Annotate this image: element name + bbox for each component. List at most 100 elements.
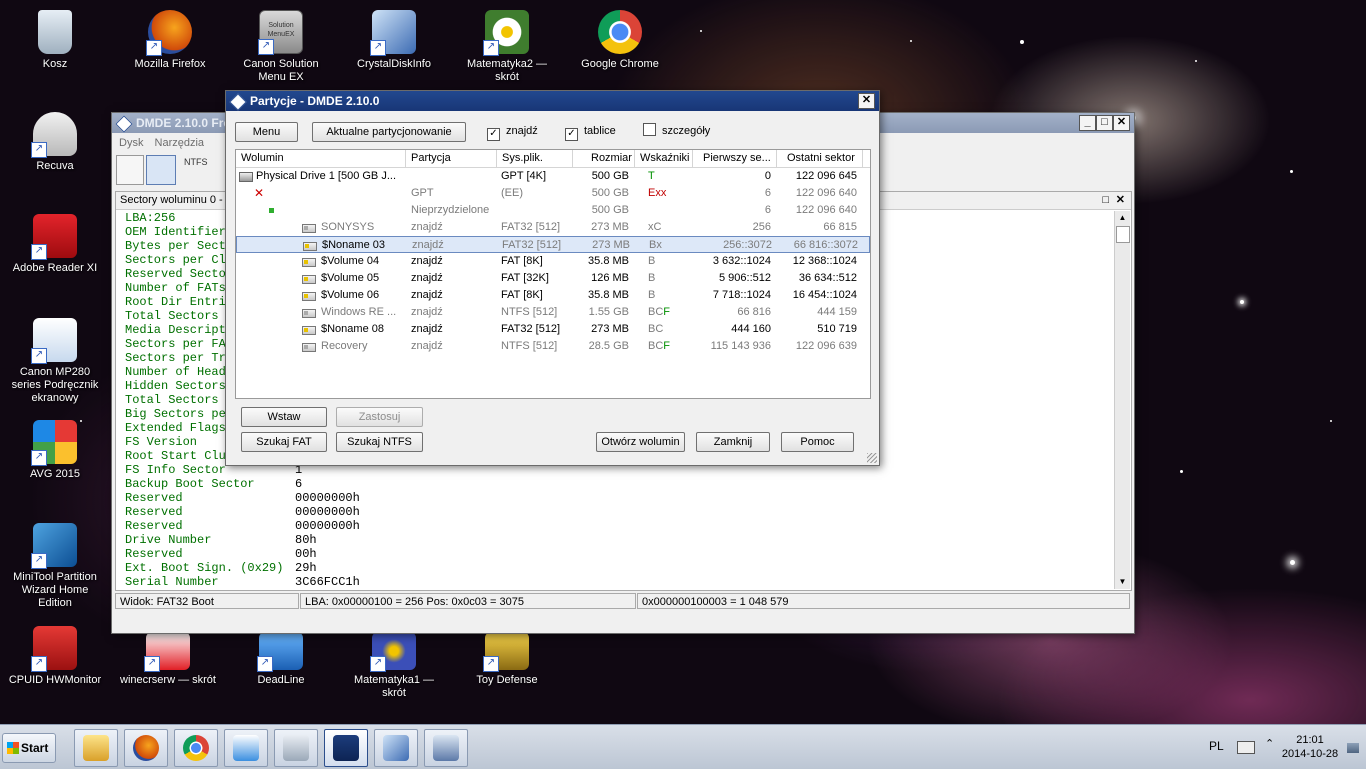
col-wskazniki[interactable]: Wskaźniki: [635, 150, 693, 167]
cell-partition: znajdź: [411, 323, 443, 335]
col-ostatni[interactable]: Ostatni sektor: [777, 150, 863, 167]
desktop-icon-firefox[interactable]: ↗ Mozilla Firefox: [120, 10, 220, 71]
dump-field: Bytes per Sector: [125, 239, 241, 253]
partition-row[interactable]: Recovery znajdź NTFS [512] 28.5 GB BCF 115 14…: [236, 338, 870, 355]
desktop-icon-minitool[interactable]: ↗ MiniTool Partition Wizard Home Edition: [5, 523, 105, 610]
desktop-icon-matematyka1[interactable]: ↗ Matematyka1 — skrót: [344, 632, 444, 700]
checkbox-szczegoly-box[interactable]: [643, 123, 656, 136]
help-button[interactable]: Pomoc: [781, 432, 854, 452]
cell-flags: B: [648, 272, 656, 284]
dump-row: Drive Number 80h: [125, 533, 525, 547]
col-rozmiar[interactable]: Rozmiar: [573, 150, 635, 167]
partition-row[interactable]: Nieprzydzielone 500 GB 6 122 096 640: [236, 202, 870, 219]
status-view: Widok: FAT32 Boot: [115, 593, 299, 609]
toolbar-disk-button[interactable]: [116, 155, 144, 185]
menu-dysk[interactable]: Dysk: [119, 137, 143, 149]
desktop-icon-deadline[interactable]: ↗ DeadLine: [231, 632, 331, 687]
dump-field: Reserved Sectors: [125, 267, 241, 281]
col-pierwszy[interactable]: Pierwszy se...: [693, 150, 777, 167]
checkbox-znajdz-box[interactable]: ✓: [487, 128, 500, 141]
desktop-icon-hwmonitor[interactable]: ↗ CPUID HWMonitor: [5, 626, 105, 687]
partition-row[interactable]: ✕ GPT (EE) 500 GB Exx 6 122 096 640: [236, 185, 870, 202]
menu-narzedzia[interactable]: Narzędzia: [155, 137, 205, 149]
partitions-dialog[interactable]: Partycje - DMDE 2.10.0 ✕ Menu Aktualne p…: [225, 90, 880, 466]
desktop-icon-adobe-reader[interactable]: ↗ Adobe Reader XI: [5, 214, 105, 275]
dump-value: 00000000h: [295, 519, 360, 533]
help-book-icon: ↗: [31, 318, 77, 364]
toolbar-ntfs-button[interactable]: NTFS: [184, 157, 208, 167]
insert-button[interactable]: Wstaw: [241, 407, 327, 427]
desktop-icon-kosz[interactable]: Kosz: [5, 10, 105, 71]
dump-field: OEM Identifier: [125, 225, 226, 239]
dialog-close-button[interactable]: ✕: [858, 93, 875, 109]
partition-row[interactable]: $Volume 06 znajdź FAT [8K] 35.8 MB B 7 718::1…: [236, 287, 870, 304]
cell-filesystem: FAT [8K]: [501, 255, 543, 267]
scroll-down-arrow[interactable]: ▼: [1115, 575, 1130, 589]
col-sysplik[interactable]: Sys.plik.: [497, 150, 573, 167]
desktop-icon-avg[interactable]: ↗ AVG 2015: [5, 420, 105, 481]
network-icon[interactable]: [1347, 743, 1359, 753]
partition-row[interactable]: $Noname 08 znajdź FAT32 [512] 273 MB BC 444 1…: [236, 321, 870, 338]
toy-defense-icon: ↗: [483, 632, 529, 672]
taskbar-diskinfo[interactable]: [374, 729, 418, 767]
dump-row: Reserved 00000000h: [125, 519, 525, 533]
taskbar-explorer[interactable]: [74, 729, 118, 767]
tray-language[interactable]: PL: [1209, 739, 1224, 753]
clock-time: 21:01: [1296, 734, 1324, 746]
current-partitioning-button[interactable]: Aktualne partycjonowanie: [312, 122, 466, 142]
taskbar-paint[interactable]: [424, 729, 468, 767]
search-ntfs-button[interactable]: Szukaj NTFS: [336, 432, 423, 452]
panel-close-button[interactable]: ✕: [1116, 192, 1125, 209]
desktop-icon-chrome[interactable]: Google Chrome: [570, 10, 670, 71]
checkbox-szczegoly[interactable]: szczegóły: [643, 123, 710, 139]
scroll-up-arrow[interactable]: ▲: [1115, 211, 1130, 225]
desktop-icon-recuva[interactable]: ↗ Recuva: [5, 112, 105, 173]
taskbar-calculator[interactable]: [274, 729, 318, 767]
search-fat-button[interactable]: Szukaj FAT: [241, 432, 327, 452]
cell-partition: znajdź: [411, 340, 443, 352]
scroll-thumb[interactable]: [1116, 226, 1130, 243]
open-volume-button[interactable]: Otwórz wolumin: [596, 432, 685, 452]
taskbar-media-player[interactable]: [224, 729, 268, 767]
checkbox-tablice[interactable]: ✓ tablice: [565, 123, 616, 141]
taskbar-chrome[interactable]: [174, 729, 218, 767]
col-partycja[interactable]: Partycja: [406, 150, 497, 167]
desktop-icon-winecrserw[interactable]: ↗ winecrserw — skrót: [118, 632, 218, 687]
apply-button[interactable]: Zastosuj: [336, 407, 423, 427]
resize-grip[interactable]: [867, 453, 877, 463]
partition-table[interactable]: Wolumin Partycja Sys.plik. Rozmiar Wskaź…: [235, 149, 871, 399]
desktop-icon-canon-solution-menu[interactable]: Solution MenuEX ↗ Canon Solution Menu EX: [231, 10, 331, 84]
partition-row[interactable]: $Volume 04 znajdź FAT [8K] 35.8 MB B 3 632::1…: [236, 253, 870, 270]
desktop-icon-matematyka2[interactable]: ↗ Matematyka2 — skrót: [457, 10, 557, 84]
taskbar-dmde[interactable]: [324, 729, 368, 767]
checkbox-tablice-box[interactable]: ✓: [565, 128, 578, 141]
partition-row[interactable]: SONYSYS znajdź FAT32 [512] 273 MB xC 256 66 81…: [236, 219, 870, 236]
crystaldiskinfo-icon: ↗: [370, 10, 416, 56]
col-wolumin[interactable]: Wolumin: [236, 150, 406, 167]
close-button[interactable]: ✕: [1113, 115, 1130, 131]
tray-expand-icon[interactable]: ⌃: [1265, 737, 1274, 750]
checkbox-znajdz[interactable]: ✓ znajdź: [487, 123, 538, 141]
partition-row[interactable]: $Noname 03 znajdź FAT32 [512] 273 MB Bx 256::…: [236, 236, 870, 253]
disk-row[interactable]: Physical Drive 1 [500 GB J... GPT [4K] 500…: [236, 168, 870, 185]
desktop-icon-toy-defense[interactable]: ↗ Toy Defense: [457, 632, 557, 687]
toolbar-list-button[interactable]: [146, 155, 176, 185]
taskbar-firefox[interactable]: [124, 729, 168, 767]
cell-last-sector: 122 096 640: [795, 187, 857, 199]
gpt-error-icon: ✕: [254, 187, 265, 199]
desktop-icon-crystaldiskinfo[interactable]: ↗ CrystalDiskInfo: [344, 10, 444, 71]
dialog-titlebar[interactable]: Partycje - DMDE 2.10.0 ✕: [226, 91, 879, 111]
checkbox-znajdz-label: znajdź: [506, 125, 538, 137]
minimize-button[interactable]: _: [1079, 115, 1096, 131]
start-button[interactable]: Start: [2, 733, 56, 763]
desktop-icon-canon-mp280[interactable]: ↗ Canon MP280 series Podręcznik ekranowy: [5, 318, 105, 405]
maximize-button[interactable]: □: [1096, 115, 1113, 131]
keyboard-icon[interactable]: [1237, 741, 1255, 754]
menu-button[interactable]: Menu: [235, 122, 298, 142]
panel-restore-button[interactable]: □: [1102, 192, 1109, 209]
partition-row[interactable]: $Volume 05 znajdź FAT [32K] 126 MB B 5 906::5…: [236, 270, 870, 287]
close-dialog-button[interactable]: Zamknij: [696, 432, 770, 452]
vertical-scrollbar[interactable]: ▲ ▼: [1114, 211, 1130, 589]
partition-row[interactable]: Windows RE ... znajdź NTFS [512] 1.55 GB BCF…: [236, 304, 870, 321]
clock[interactable]: 21:01 2014-10-28: [1280, 733, 1340, 761]
